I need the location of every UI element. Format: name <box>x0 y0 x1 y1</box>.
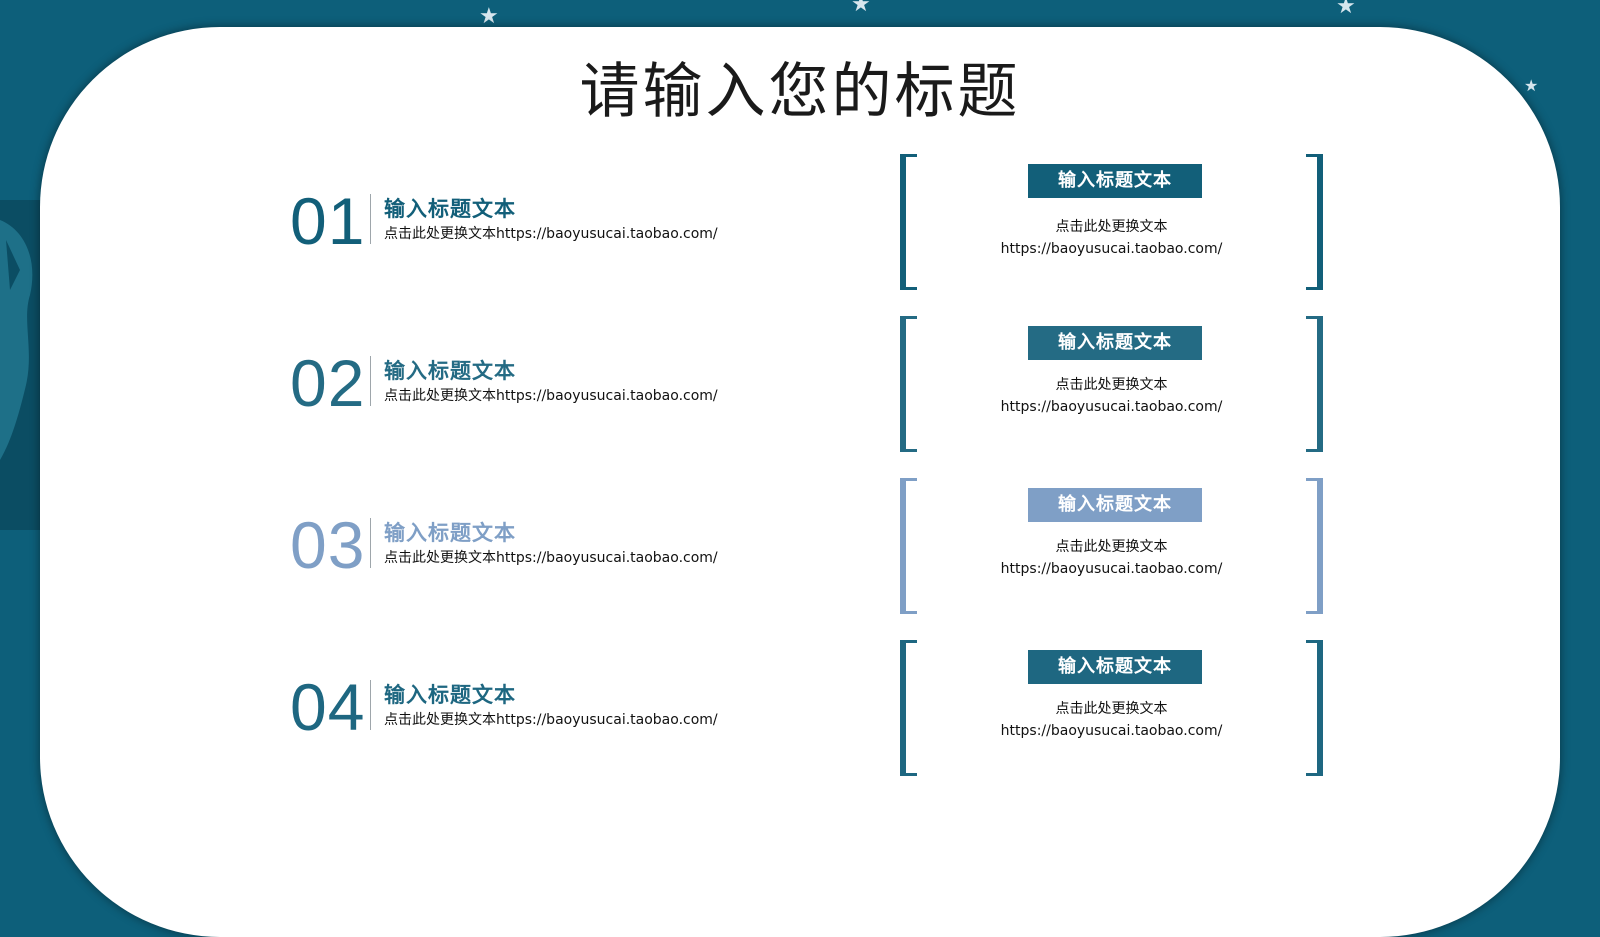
card-url: https://baoyusucai.taobao.com/ <box>1000 241 1223 257</box>
item-title: 输入标题文本 <box>384 359 516 383</box>
item-description: 点击此处更换文本https://baoyusucai.taobao.com/ <box>384 388 718 404</box>
star-icon: ★ <box>851 0 871 17</box>
item-title: 输入标题文本 <box>384 683 516 707</box>
card-url: https://baoyusucai.taobao.com/ <box>1000 723 1223 739</box>
divider <box>370 356 371 406</box>
card-label: 输入标题文本 <box>1028 326 1202 360</box>
item-number: 03 <box>290 508 366 582</box>
bracket-card-2: 输入标题文本 点击此处更换文本 https://baoyusucai.taoba… <box>900 316 1323 452</box>
item-description: 点击此处更换文本https://baoyusucai.taobao.com/ <box>384 712 718 728</box>
numbered-item-03: 03 输入标题文本 点击此处更换文本https://baoyusucai.tao… <box>290 512 760 592</box>
numbered-item-04: 04 输入标题文本 点击此处更换文本https://baoyusucai.tao… <box>290 674 760 754</box>
item-number: 02 <box>290 346 366 420</box>
card-label: 输入标题文本 <box>1028 164 1202 198</box>
card-url: https://baoyusucai.taobao.com/ <box>1000 399 1223 415</box>
card-url: https://baoyusucai.taobao.com/ <box>1000 561 1223 577</box>
content-panel <box>40 27 1560 937</box>
star-icon: ★ <box>479 4 499 29</box>
bracket-card-4: 输入标题文本 点击此处更换文本 https://baoyusucai.taoba… <box>900 640 1323 776</box>
slide-title: 请输入您的标题 <box>579 57 1021 127</box>
numbered-item-01: 01 输入标题文本 点击此处更换文本https://baoyusucai.tao… <box>290 188 760 268</box>
item-title: 输入标题文本 <box>384 197 516 221</box>
item-description: 点击此处更换文本https://baoyusucai.taobao.com/ <box>384 550 718 566</box>
card-label: 输入标题文本 <box>1028 488 1202 522</box>
item-description: 点击此处更换文本https://baoyusucai.taobao.com/ <box>384 226 718 242</box>
divider <box>370 194 371 244</box>
card-text: 点击此处更换文本 <box>1055 539 1168 555</box>
star-icon: ★ <box>1336 0 1356 19</box>
bracket-card-3: 输入标题文本 点击此处更换文本 https://baoyusucai.taoba… <box>900 478 1323 614</box>
bracket-card-1: 输入标题文本 点击此处更换文本 https://baoyusucai.taoba… <box>900 154 1323 290</box>
item-number: 01 <box>290 184 366 258</box>
divider <box>370 680 371 730</box>
card-text: 点击此处更换文本 <box>1055 219 1168 235</box>
card-text: 点击此处更换文本 <box>1055 701 1168 717</box>
numbered-item-02: 02 输入标题文本 点击此处更换文本https://baoyusucai.tao… <box>290 350 760 430</box>
item-number: 04 <box>290 670 366 744</box>
card-label: 输入标题文本 <box>1028 650 1202 684</box>
divider <box>370 518 371 568</box>
card-text: 点击此处更换文本 <box>1055 377 1168 393</box>
item-title: 输入标题文本 <box>384 521 516 545</box>
